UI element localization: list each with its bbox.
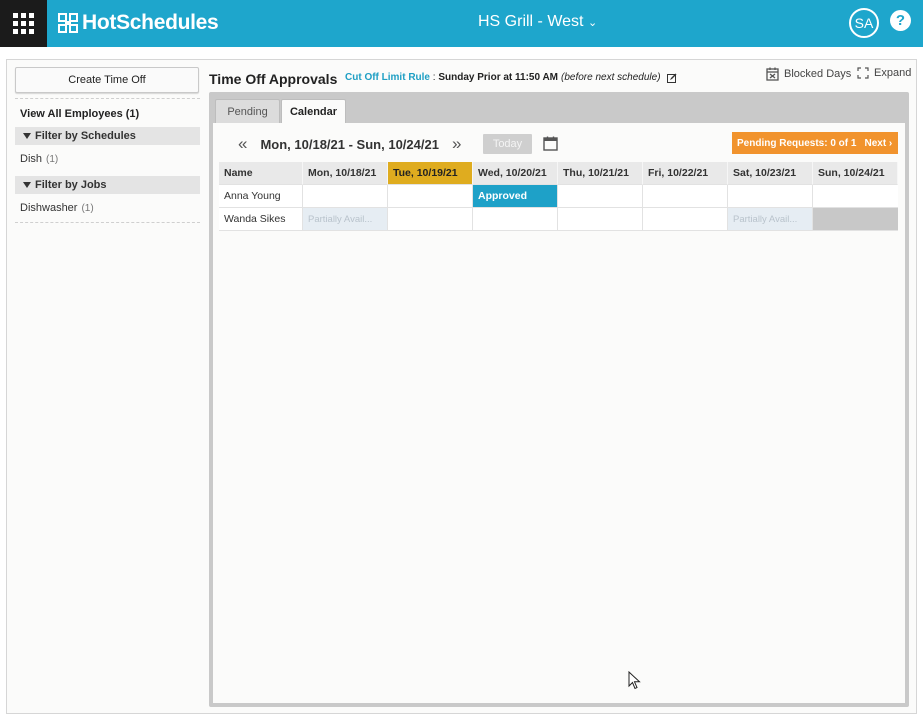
date-range: Mon, 10/18/21 - Sun, 10/24/21	[260, 136, 439, 152]
day-cell	[813, 185, 898, 208]
column-header-day: Sun, 10/24/21	[813, 162, 898, 185]
approved-request-cell[interactable]: Approved	[473, 185, 558, 208]
day-cell	[643, 185, 728, 208]
column-header-name[interactable]: Name	[219, 162, 303, 185]
grid-header-row: Name Mon, 10/18/21 Tue, 10/19/21 Wed, 10…	[219, 162, 898, 185]
filter-item-label: Dishwasher	[20, 202, 78, 214]
filter-by-jobs-header[interactable]: Filter by Jobs	[15, 176, 200, 194]
cutoff-rule: Cut Off Limit Rule : Sunday Prior at 11:…	[345, 72, 677, 83]
today-button[interactable]: Today	[483, 134, 532, 154]
day-cell	[473, 208, 558, 231]
grid-icon	[13, 13, 34, 34]
expand-label: Expand	[874, 67, 912, 79]
next-week-icon[interactable]: »	[452, 134, 461, 154]
column-header-day: Sat, 10/23/21	[728, 162, 813, 185]
employee-name[interactable]: Anna Young	[219, 185, 303, 208]
view-all-employees-link[interactable]: View All Employees (1)	[20, 108, 200, 122]
logo-text: HotSchedules	[82, 11, 219, 34]
filter-item-count: (1)	[81, 203, 94, 214]
tab-calendar[interactable]: Calendar	[281, 99, 346, 124]
table-row: Anna Young Approved	[219, 185, 898, 208]
filter-by-schedules-header[interactable]: Filter by Schedules	[15, 127, 200, 145]
chevron-down-icon: ⌄	[587, 17, 598, 29]
cutoff-note: (before next schedule)	[561, 72, 661, 83]
mouse-cursor-icon	[628, 671, 641, 690]
day-cell	[728, 185, 813, 208]
cutoff-separator: :	[430, 72, 439, 83]
cutoff-value: Sunday Prior at 11:50 AM	[438, 72, 559, 83]
calendar-x-icon	[766, 67, 779, 81]
create-time-off-button[interactable]: Create Time Off	[15, 67, 199, 93]
day-cell	[388, 208, 473, 231]
column-header-day: Fri, 10/22/21	[643, 162, 728, 185]
day-cell	[558, 208, 643, 231]
pending-requests-label: Pending Requests: 0 of 1	[737, 137, 857, 149]
column-header-day: Mon, 10/18/21	[303, 162, 388, 185]
filter-item-dish[interactable]: Dish (1)	[20, 153, 200, 167]
blocked-days-button[interactable]: Blocked Days	[766, 67, 851, 81]
filter-item-count: (1)	[46, 154, 59, 165]
filter-item-dishwasher[interactable]: Dishwasher (1)	[20, 202, 200, 216]
partially-available-cell[interactable]: Partially Avail...	[728, 208, 813, 231]
column-header-day: Wed, 10/20/21	[473, 162, 558, 185]
page-title: Time Off Approvals	[209, 71, 338, 87]
expand-button[interactable]: Expand	[857, 67, 911, 79]
logo[interactable]: HotSchedules	[58, 10, 219, 36]
tab-pending[interactable]: Pending	[215, 99, 280, 124]
calendar-icon[interactable]	[543, 136, 558, 151]
calendar-grid: Name Mon, 10/18/21 Tue, 10/19/21 Wed, 10…	[219, 162, 898, 231]
column-header-today: Tue, 10/19/21	[388, 162, 473, 185]
triangle-down-icon	[23, 182, 31, 188]
filter-title: Filter by Jobs	[35, 179, 107, 191]
filter-item-label: Dish	[20, 153, 43, 165]
previous-week-icon[interactable]: «	[238, 134, 247, 154]
day-cell	[303, 185, 388, 208]
table-row: Wanda Sikes Partially Avail... Partially…	[219, 208, 898, 231]
day-cell	[388, 185, 473, 208]
help-icon[interactable]: ?	[890, 10, 911, 31]
app-launcher-button[interactable]	[0, 0, 47, 47]
filter-title: Filter by Schedules	[35, 130, 136, 142]
next-request-link[interactable]: Next ›	[864, 138, 892, 149]
blocked-days-label: Blocked Days	[784, 68, 852, 80]
divider	[15, 98, 200, 99]
edit-icon[interactable]	[666, 73, 677, 83]
store-selector[interactable]: HS Grill - West ⌄	[478, 13, 597, 31]
column-header-day: Thu, 10/21/21	[558, 162, 643, 185]
divider	[15, 222, 200, 223]
user-avatar[interactable]: SA	[849, 8, 879, 38]
expand-icon	[857, 67, 869, 79]
day-cell	[558, 185, 643, 208]
employee-name[interactable]: Wanda Sikes	[219, 208, 303, 231]
date-navigation: « Mon, 10/18/21 - Sun, 10/24/21 »	[238, 134, 461, 154]
pending-requests-badge[interactable]: Pending Requests: 0 of 1 Next ›	[732, 132, 898, 154]
triangle-down-icon	[23, 133, 31, 139]
blocked-day-cell	[813, 208, 898, 231]
top-bar: HotSchedules HS Grill - West ⌄ SA ?	[0, 0, 923, 47]
store-name: HS Grill - West	[478, 13, 584, 30]
logo-icon	[58, 13, 78, 33]
sidebar: Create Time Off View All Employees (1) F…	[15, 67, 200, 223]
day-cell	[643, 208, 728, 231]
cutoff-limit-rule-link[interactable]: Cut Off Limit Rule	[345, 72, 430, 83]
partially-available-cell[interactable]: Partially Avail...	[303, 208, 388, 231]
